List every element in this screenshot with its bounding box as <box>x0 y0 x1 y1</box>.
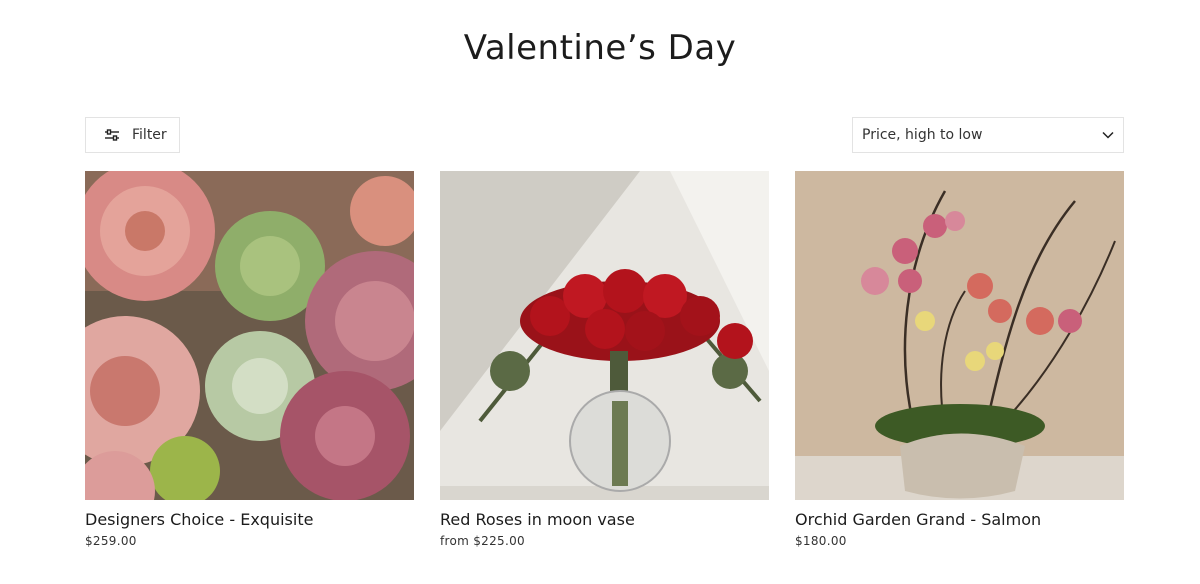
product-image-flower-bouquet[interactable] <box>85 171 414 500</box>
filter-button[interactable]: Filter <box>85 117 180 153</box>
product-price: $259.00 <box>85 534 137 548</box>
product-name[interactable]: Orchid Garden Grand - Salmon <box>795 510 1124 530</box>
sort-selected-value: Price, high to low <box>862 127 983 143</box>
product-image-orchid-garden[interactable] <box>795 171 1124 500</box>
product-name[interactable]: Designers Choice - Exquisite <box>85 510 414 530</box>
sliders-icon <box>105 129 119 141</box>
product-image-red-roses[interactable] <box>440 171 769 500</box>
product-name[interactable]: Red Roses in moon vase <box>440 510 769 530</box>
chevron-down-icon <box>1102 131 1114 139</box>
product-price: $180.00 <box>795 534 847 548</box>
product-price: from $225.00 <box>440 534 525 548</box>
sort-select[interactable]: Price, high to low <box>852 117 1124 153</box>
product-card[interactable]: Red Roses in moon vase from $225.00 <box>440 171 769 548</box>
filter-label: Filter <box>132 127 167 143</box>
product-card[interactable]: Orchid Garden Grand - Salmon $180.00 <box>795 171 1124 548</box>
product-card[interactable]: Designers Choice - Exquisite $259.00 <box>85 171 414 548</box>
page-title: Valentine’s Day <box>463 28 737 68</box>
